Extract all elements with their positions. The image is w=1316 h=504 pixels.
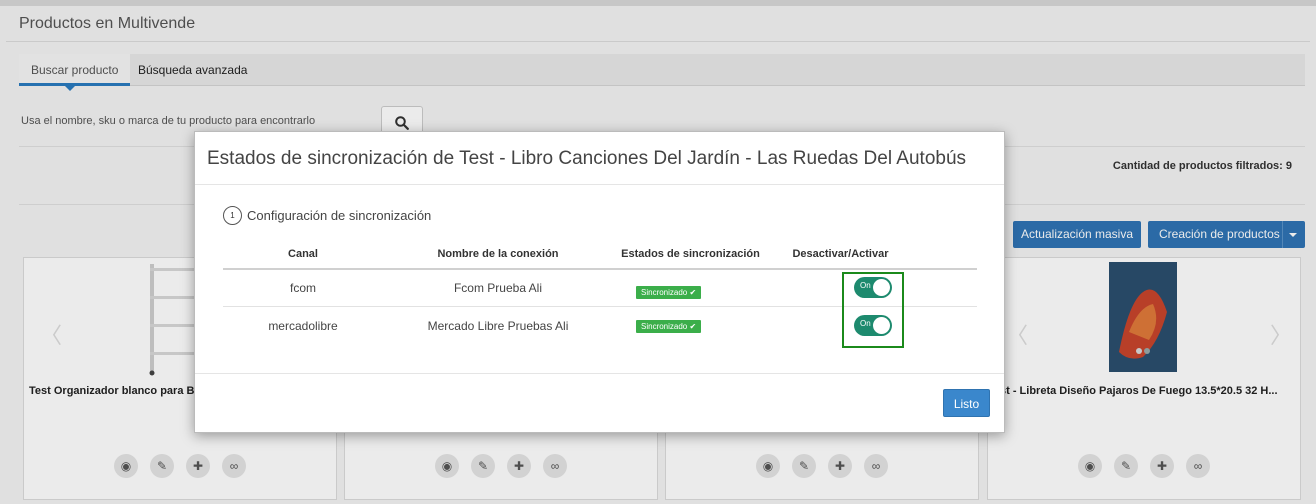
column-header-estado: Estados de sincronización xyxy=(621,248,760,260)
column-header-conexion: Nombre de la conexión xyxy=(437,248,559,260)
column-header-canal: Canal xyxy=(288,248,318,260)
row-2-status-text: Sincronizado xyxy=(641,322,688,331)
row-1-canal: fcom xyxy=(289,281,316,295)
column-header-toggle: Desactivar/Activar xyxy=(792,248,889,260)
header-divider xyxy=(223,268,977,270)
step-number: 1 xyxy=(223,206,242,225)
sync-status-modal: Estados de sincronización de Test - Libr… xyxy=(194,131,1005,433)
modal-footer-divider xyxy=(195,373,1004,374)
done-button[interactable]: Listo xyxy=(943,389,990,417)
row-2-conexion: Mercado Libre Pruebas Ali xyxy=(427,319,569,333)
row-2-status-badge: Sincronizado ✔ xyxy=(636,320,702,333)
toggle-highlight-box xyxy=(842,272,904,348)
row-1-status-text: Sincronizado xyxy=(641,288,688,297)
modal-header-divider xyxy=(195,184,1004,185)
check-icon: ✔ xyxy=(689,288,697,297)
step-indicator: 1 Configuración de sincronización xyxy=(223,206,431,225)
row-2-canal: mercadolibre xyxy=(268,319,338,333)
row-1-status-badge: Sincronizado ✔ xyxy=(636,286,702,299)
modal-title: Estados de sincronización de Test - Libr… xyxy=(207,148,967,169)
check-icon: ✔ xyxy=(689,322,697,331)
row-1-conexion: Fcom Prueba Ali xyxy=(453,281,543,295)
step-label: Configuración de sincronización xyxy=(247,208,432,223)
